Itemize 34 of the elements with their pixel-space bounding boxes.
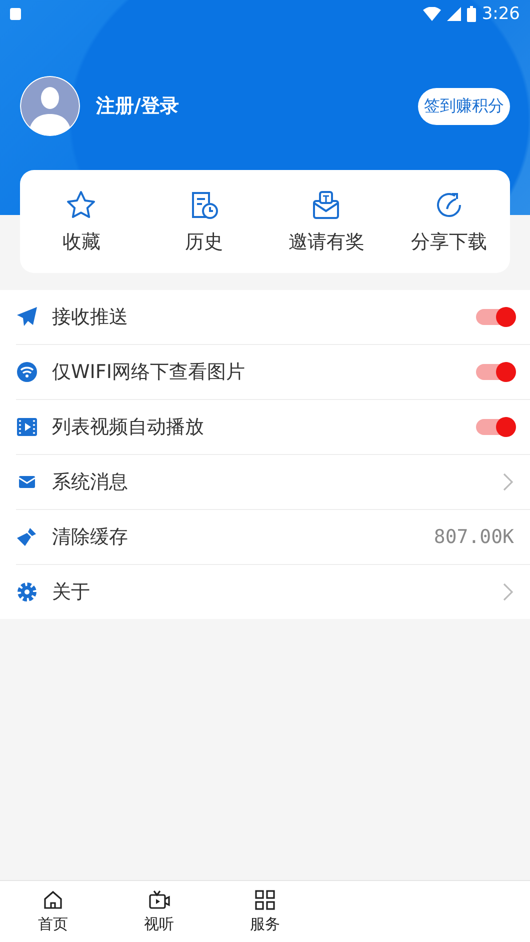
wifi-icon — [422, 7, 441, 21]
toggle-switch[interactable] — [476, 419, 514, 435]
signal-icon — [446, 7, 461, 21]
setting-label: 清除缓存 — [52, 525, 128, 550]
cache-size: 807.00K — [434, 526, 514, 548]
clock-time: 3:26 — [482, 4, 520, 24]
tv-icon[interactable] — [148, 889, 170, 911]
setting-label: 列表视频自动播放 — [52, 415, 204, 440]
nav-tab[interactable]: 首页 — [38, 915, 68, 934]
settings-icon — [16, 581, 38, 603]
shortcut-label[interactable]: 收藏 — [62, 228, 100, 254]
battery-icon — [466, 6, 476, 22]
shortcut-label[interactable]: 分享下载 — [410, 228, 487, 254]
nav-tab[interactable]: 服务 — [250, 915, 280, 934]
home-icon[interactable] — [42, 889, 64, 911]
toggle-switch[interactable] — [476, 364, 514, 380]
setting-label: 接收推送 — [52, 305, 128, 330]
paper-plane-icon — [16, 306, 38, 328]
toggle-switch[interactable] — [476, 309, 514, 325]
notification-icon — [10, 8, 21, 20]
setting-label: 关于 — [52, 580, 90, 605]
shortcut-label[interactable]: 邀请有奖 — [288, 228, 364, 254]
wifi-icon — [16, 361, 38, 383]
setting-label: 系统消息 — [52, 470, 128, 495]
grid-icon[interactable] — [254, 889, 276, 911]
video-icon — [16, 416, 38, 438]
nav-tab[interactable]: 视听 — [144, 915, 174, 934]
check-in-button[interactable]: 签到赚积分 — [418, 88, 510, 124]
star-icon — [65, 188, 98, 220]
setting-label: 仅WIFI网络下查看图片 — [52, 360, 245, 385]
login-link[interactable]: 注册/登录 — [96, 93, 179, 119]
avatar-icon[interactable] — [20, 76, 80, 136]
shortcut-label[interactable]: 历史 — [184, 228, 223, 254]
broom-icon — [16, 526, 38, 548]
